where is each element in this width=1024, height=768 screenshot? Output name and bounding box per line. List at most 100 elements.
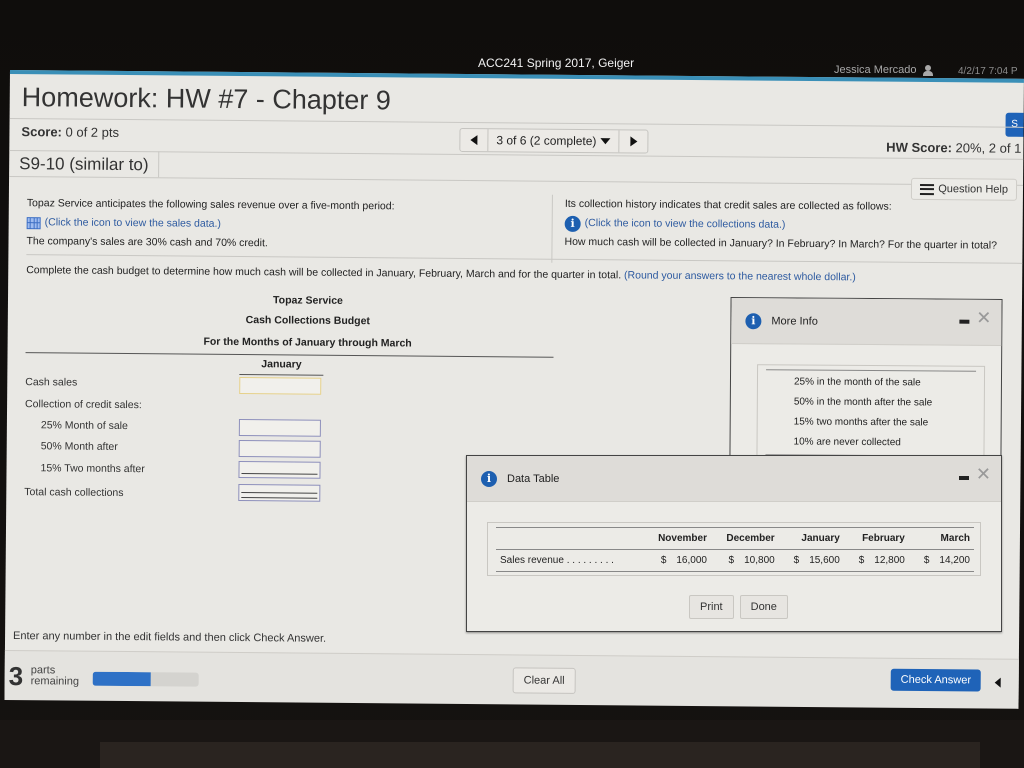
table-icon[interactable] [26,216,41,229]
row-label-month-after: 50% Month after [40,440,118,453]
close-icon[interactable]: ✕ [976,308,991,329]
column-header: November [642,527,711,550]
done-button[interactable]: Done [739,595,788,619]
photo-of-screen: ACC241 Spring 2017, Geiger Jessica Merca… [0,0,1024,768]
table-cell: $12,800 [843,549,909,572]
parts-remaining-label: parts remaining [30,664,80,688]
budget-period: For the Months of January through March [203,335,412,350]
score-value: 0 of 2 pts [65,124,120,140]
triangle-right-icon [629,136,638,147]
problem-right: Its collection history indicates that cr… [551,194,1020,267]
row-label-cash-sales: Cash sales [25,376,78,389]
cell-value: 15,600 [809,555,840,566]
divider [766,369,977,372]
caret-down-icon [600,138,611,145]
monitor-stand [100,742,980,768]
score: Score: 0 of 2 pts [21,124,119,140]
row-label-month-of-sale: 25% Month of sale [40,419,128,433]
budget-title: Cash Collections Budget [245,314,370,328]
previous-question-button[interactable] [460,128,489,152]
currency-symbol: $ [728,555,735,566]
page-title: Homework: HW #7 - Chapter 9 [21,82,392,116]
score-label: Score: [21,124,62,140]
clear-all-button[interactable]: Clear All [512,667,576,694]
data-table-dialog: i Data Table ✕ November December January… [466,455,1002,632]
budget-company: Topaz Service [273,294,343,307]
column-header: December [710,527,779,550]
more-info-dialog: i More Info ✕ 25% in the month of the sa… [729,297,1003,462]
month-after-input[interactable] [238,440,321,458]
collections-list: 25% in the month of the sale 50% in the … [756,364,986,462]
column-header-january: January [261,358,302,371]
table-cell: $15,600 [778,549,844,572]
dialog-title: Data Table [507,472,560,485]
currency-symbol: $ [793,555,800,566]
save-button[interactable]: S [1005,112,1024,137]
sales-table-frame: November December January February March… [487,522,981,576]
problem-question: How much cash will be collected in Janua… [564,235,998,252]
problem-id: S9-10 (similar to) [9,149,160,178]
print-button[interactable]: Print [689,595,734,619]
question-help-label: Question Help [938,183,1009,196]
parts-progress-bar [92,671,199,687]
currency-symbol: $ [660,555,667,566]
table-cell: $14,200 [908,549,974,572]
user-info[interactable]: Jessica Mercado [834,64,933,76]
sales-table: November December January February March… [496,527,974,572]
info-icon[interactable]: i [564,215,581,232]
list-item: 10% are never collected [793,436,901,449]
sales-data-link-text: (Click the icon to view the sales data.) [44,216,221,230]
triangle-left-icon [470,135,478,146]
divider [239,374,324,376]
dialog-header[interactable]: i Data Table ✕ [467,456,1001,502]
minimize-icon[interactable] [959,476,969,480]
close-icon[interactable]: ✕ [976,466,991,484]
dialog-title: More Info [771,314,818,328]
hw-score: HW Score: 20%, 2 of 1 [886,140,1021,156]
next-question-button[interactable] [619,130,647,152]
check-answer-button[interactable]: Check Answer [890,668,982,692]
instruction: Complete the cash budget to determine ho… [26,264,856,283]
table-header-row: November December January February March [496,527,974,550]
row-label-credit-collections: Collection of credit sales: [25,398,142,412]
cell-value: 12,800 [874,555,905,566]
row-label-two-months-after: 15% Two months after [40,462,145,476]
problem-left: Topaz Service anticipates the following … [26,194,394,254]
progress-fill [92,671,152,687]
row-label-total: Total cash collections [24,486,124,500]
month-of-sale-input[interactable] [238,419,321,437]
question-position: 3 of 6 (2 complete) [496,133,597,149]
course-title: ACC241 Spring 2017, Geiger [478,56,635,70]
table-cell: $10,800 [710,549,779,572]
parts-label-line2: remaining [30,675,80,688]
list-item: 15% two months after the sale [793,416,929,429]
info-icon: i [481,470,497,487]
hw-score-value: 20%, 2 of 1 [955,140,1022,156]
dialog-buttons: Print Done [689,595,788,619]
rounding-note: (Round your answers to the nearest whole… [624,269,856,284]
column-header-blank [496,527,643,550]
table-cell: $16,000 [642,549,711,572]
total-collections-input[interactable] [238,484,321,502]
hw-score-label: HW Score: [886,139,953,156]
info-icon: i [745,312,762,329]
minimize-icon[interactable] [959,319,970,324]
row-label: Sales revenue . . . . . . . . . [496,549,643,572]
list-item: 25% in the month of the sale [793,376,921,389]
user-icon [922,64,933,76]
table-row: Sales revenue . . . . . . . . . $16,000 … [496,549,974,572]
cash-sales-input[interactable] [239,377,322,395]
cell-value: 10,800 [744,555,775,566]
question-navigator: 3 of 6 (2 complete) [459,127,649,154]
divider [9,175,1024,186]
list-icon [920,183,935,195]
two-months-after-input[interactable] [238,461,321,479]
collapse-arrow-icon[interactable] [994,677,1001,688]
cell-value: 14,200 [939,555,970,566]
dialog-header[interactable]: i More Info ✕ [731,298,1002,346]
divider [25,352,554,358]
question-select[interactable]: 3 of 6 (2 complete) [488,129,620,153]
footer-hint: Enter any number in the edit fields and … [13,630,327,645]
collections-data-link-text: (Click the icon to view the collections … [584,217,786,231]
column-header: February [843,527,909,550]
